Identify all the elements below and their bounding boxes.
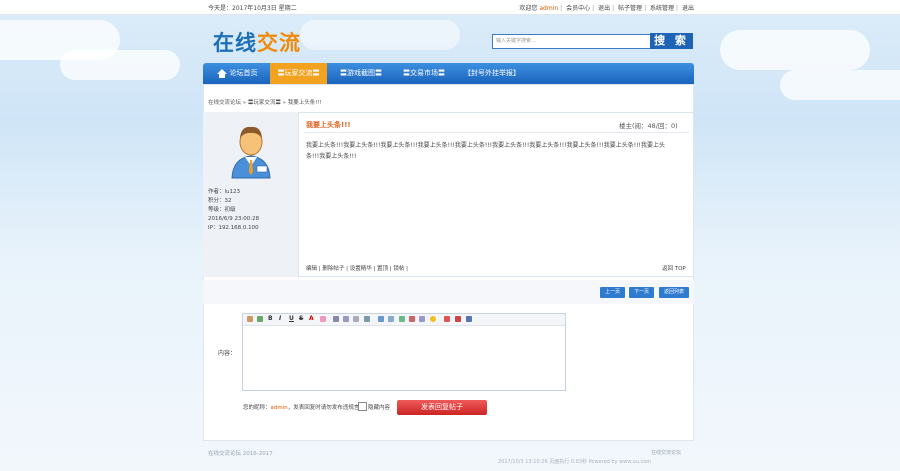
site-logo[interactable]: 在线交流 — [213, 27, 301, 57]
search-button[interactable]: 搜 索 — [650, 33, 693, 49]
flash-icon[interactable] — [409, 316, 415, 322]
search-input[interactable]: 输入关键字搜索… — [492, 34, 654, 49]
main-nav: 论坛首页 〓玩家交流〓 〓游戏截图〓 〓交易市场〓 【封号外挂举报】 — [203, 63, 694, 84]
nav-market[interactable]: 〓交易市场〓 — [395, 63, 453, 84]
author-info: 作者：lu123 积分：32 等级：初级 2016/6/9 23:00:28 I… — [208, 188, 259, 233]
align-center-icon[interactable] — [343, 316, 349, 322]
author-points: 积分：32 — [208, 198, 232, 204]
content-label: 内容： — [218, 350, 237, 357]
cloud — [720, 30, 870, 70]
source-icon[interactable] — [466, 316, 472, 322]
member-center-link[interactable]: 会员中心 — [566, 5, 590, 12]
back-to-list-button[interactable]: 返回列表 — [659, 287, 689, 298]
welcome-label: 欢迎您 — [519, 5, 538, 12]
bold-icon[interactable]: B — [268, 315, 273, 323]
post-actions[interactable]: 编辑 | 删除帖子 | 设置精华 | 置顶 | 锁帖 | — [306, 264, 408, 272]
strike-icon[interactable]: S — [299, 315, 303, 323]
footer-meta: 2017/10/3 13:10:26 页面执行 0.03秒 Powered by… — [498, 459, 652, 465]
link-icon[interactable] — [378, 316, 384, 322]
nav-report[interactable]: 【封号外挂举报】 — [459, 63, 525, 84]
logout-link-2[interactable]: 退出 — [682, 5, 694, 12]
nav-player-talk[interactable]: 〓玩家交流〓 — [270, 63, 327, 84]
divider — [304, 132, 689, 133]
cloud — [300, 20, 460, 50]
reply-prefix: 您的昵称： — [243, 405, 271, 411]
font-color-icon[interactable]: A — [309, 315, 314, 323]
reply-info: 您的昵称：admin，发表回复时请勿发布违规言论 — [243, 403, 365, 411]
author-ip: IP：192.168.0.100 — [208, 225, 259, 231]
hide-content-checkbox[interactable] — [358, 402, 367, 411]
logo-part2: 交流 — [257, 30, 301, 55]
nav-screenshots[interactable]: 〓游戏截图〓 — [332, 63, 390, 84]
reply-suffix: ，发表回复时请勿发布违规言论 — [287, 405, 365, 411]
prev-page-button[interactable]: 上一页 — [600, 287, 625, 298]
erase-icon[interactable] — [320, 316, 326, 322]
logo-part1: 在线 — [213, 30, 257, 55]
next-page-button[interactable]: 下一页 — [629, 287, 654, 298]
post-body: 我要上头条!!!我要上头条!!!我要上头条!!!我要上头条!!!我要上头条!!!… — [306, 142, 665, 160]
cloud — [60, 50, 180, 80]
nav-home[interactable]: 论坛首页 — [209, 63, 265, 84]
system-manage-link[interactable]: 系统管理 — [650, 5, 674, 12]
paste-icon[interactable] — [247, 316, 253, 322]
top-bar: 今天是：2017年10月3日 星期二 欢迎您 admin | 会员中心 | 退出 | … — [0, 0, 900, 15]
hide-content-label: 隐藏内容 — [368, 405, 391, 411]
code-icon[interactable] — [455, 316, 461, 322]
logout-link-1[interactable]: 退出 — [598, 5, 610, 12]
footer-copyright: 在线交流论坛 2016-2017 — [208, 451, 273, 457]
date-label: 今天是：2017年10月3日 星期二 — [208, 5, 297, 12]
align-left-icon[interactable] — [333, 316, 339, 322]
avatar — [231, 126, 271, 179]
table-icon[interactable] — [364, 316, 370, 322]
author-name: 作者：lu123 — [208, 189, 241, 195]
post-stats: 楼主(阅：48/回：0) — [619, 122, 678, 130]
emoticon-icon[interactable] — [430, 316, 436, 322]
format-icon[interactable] — [257, 316, 263, 322]
image-icon[interactable] — [399, 316, 405, 322]
home-icon — [216, 68, 227, 78]
list-icon[interactable] — [353, 316, 359, 322]
reply-user: admin — [270, 405, 288, 411]
cloud — [780, 70, 900, 100]
footer-site-name: 在线交流论坛 — [651, 450, 682, 456]
post-title: 我要上头条!!! — [306, 121, 351, 129]
quote-icon[interactable] — [444, 316, 450, 322]
username-link[interactable]: admin — [539, 5, 558, 12]
back-to-top-link[interactable]: 返回 TOP — [662, 264, 686, 272]
author-level: 等级：初级 — [208, 207, 236, 213]
nav-home-label: 论坛首页 — [229, 69, 258, 77]
italic-icon[interactable]: I — [279, 315, 281, 323]
breadcrumb[interactable]: 在线交流论坛 » 〓玩家交流〓 » 我要上头条!!! — [208, 98, 322, 106]
post-manage-link[interactable]: 帖子管理 — [618, 5, 642, 12]
top-links: 欢迎您 admin | 会员中心 | 退出 | 帖子管理 | 系统管理 | 退出 — [519, 5, 694, 12]
author-time: 2016/6/9 23:00:28 — [208, 216, 260, 222]
submit-reply-button[interactable]: 发表回复帖子 — [397, 400, 487, 415]
media-icon[interactable] — [419, 316, 425, 322]
unlink-icon[interactable] — [388, 316, 394, 322]
underline-icon[interactable]: U — [289, 315, 294, 323]
